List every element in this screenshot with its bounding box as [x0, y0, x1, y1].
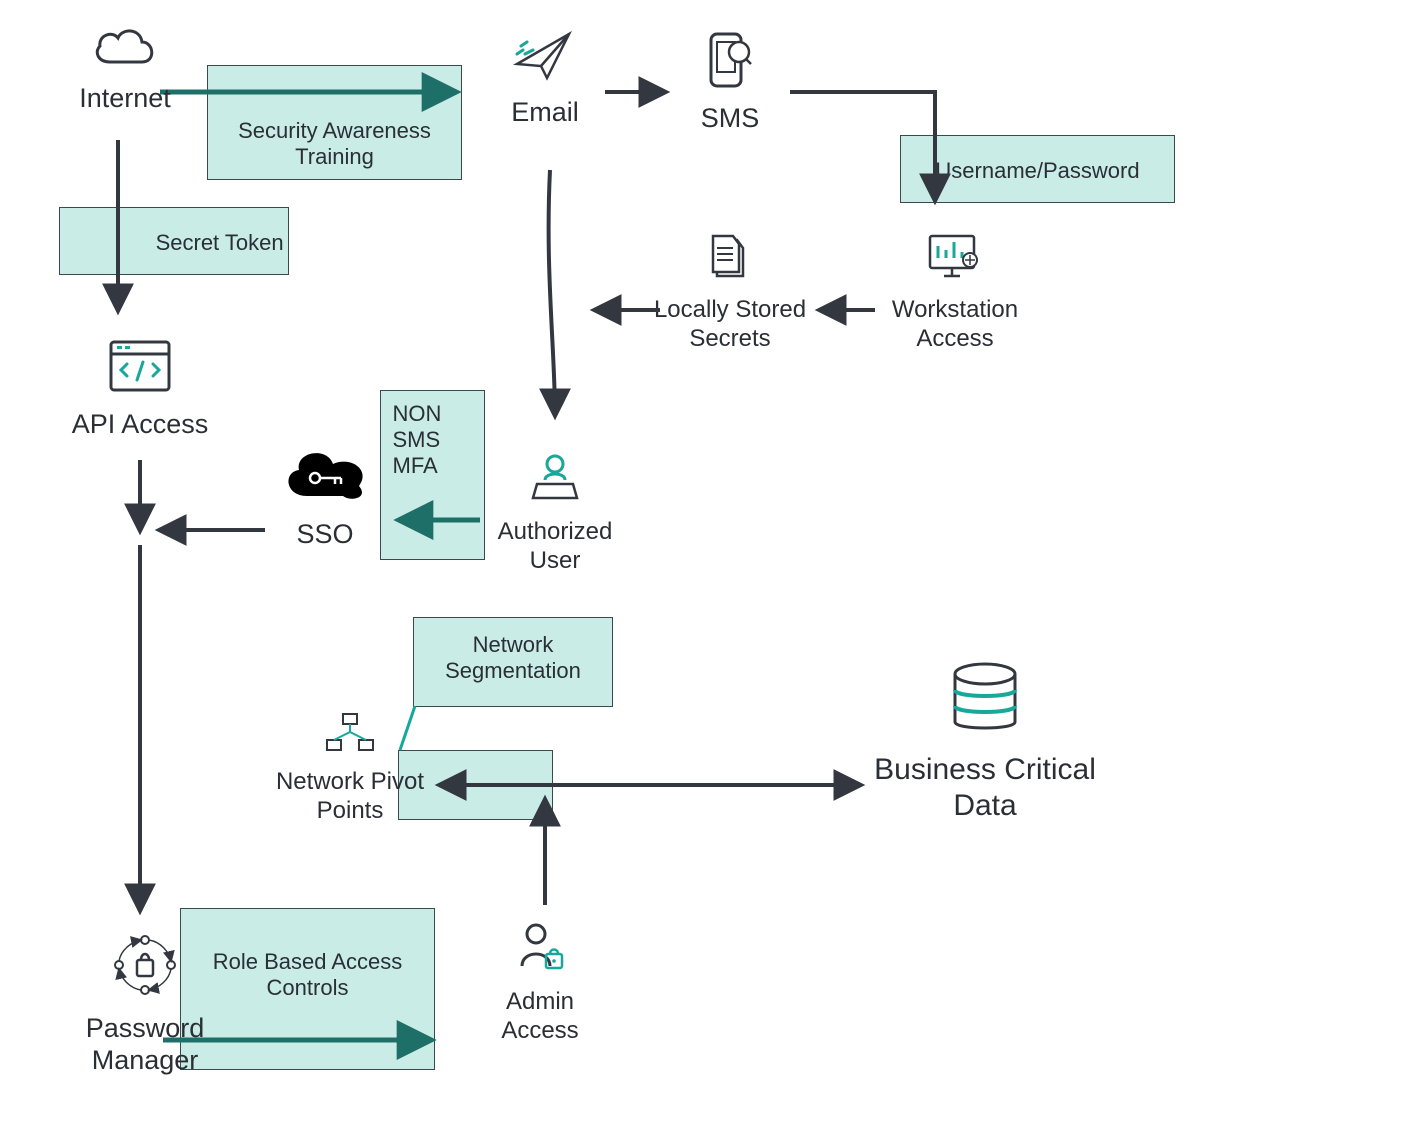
node-label: Password Manager	[60, 1012, 230, 1077]
cloud-key-icon	[265, 440, 385, 514]
node-admin-access: Admin Access	[480, 920, 600, 1045]
database-icon	[870, 660, 1100, 748]
node-label: SMS	[680, 102, 780, 134]
node-sso: SSO	[265, 440, 385, 550]
node-authorized-user: Authorized User	[480, 450, 630, 575]
user-laptop-icon	[480, 450, 630, 514]
node-sms: SMS	[680, 30, 780, 134]
node-label: Email	[480, 96, 610, 128]
user-lock-icon	[480, 920, 600, 984]
node-network-pivot-points: Network Pivot Points	[275, 710, 425, 825]
control-label: NON SMS MFA	[393, 401, 473, 479]
phone-icon	[680, 30, 780, 98]
node-username-password: Username/Password	[900, 135, 1175, 203]
documents-icon	[640, 230, 820, 292]
control-non-sms-mfa: NON SMS MFA	[380, 390, 485, 560]
node-internet: Internet	[60, 22, 190, 114]
monitor-icon	[870, 230, 1040, 292]
node-label: Business Critical Data	[870, 752, 1100, 824]
node-label: Internet	[60, 82, 190, 114]
control-label: Role Based Access Controls	[198, 949, 418, 1001]
network-icon	[275, 710, 425, 764]
node-locally-stored-secrets: Locally Stored Secrets	[640, 230, 820, 353]
node-label: Authorized User	[480, 518, 630, 576]
node-api-access: API Access	[50, 338, 230, 440]
node-business-critical-data: Business Critical Data	[870, 660, 1100, 824]
node-label: Network Pivot Points	[275, 768, 425, 826]
node-label: Workstation Access	[870, 296, 1040, 354]
control-secret-token: Secret Token	[59, 207, 289, 275]
node-email: Email	[480, 28, 610, 128]
lock-cycle-icon	[60, 930, 230, 1008]
control-label: Network Segmentation	[423, 632, 603, 684]
node-label: Admin Access	[480, 988, 600, 1046]
control-security-awareness-training: Security Awareness Training	[207, 65, 462, 180]
node-password-manager: Password Manager	[60, 930, 230, 1077]
node-label: Locally Stored Secrets	[640, 296, 820, 354]
paper-plane-icon	[480, 28, 610, 92]
control-label: Secret Token	[140, 230, 300, 256]
code-window-icon	[50, 338, 230, 404]
control-label: Security Awareness Training	[225, 118, 445, 170]
node-label: SSO	[265, 518, 385, 550]
node-workstation-access: Workstation Access	[870, 230, 1040, 353]
control-network-segmentation: Network Segmentation	[413, 617, 613, 707]
node-label: Username/Password	[918, 158, 1158, 184]
diagram-canvas: { "nodes": { "internet": "Internet", "em…	[0, 0, 1418, 1146]
node-label: API Access	[50, 408, 230, 440]
cloud-icon	[60, 22, 190, 78]
